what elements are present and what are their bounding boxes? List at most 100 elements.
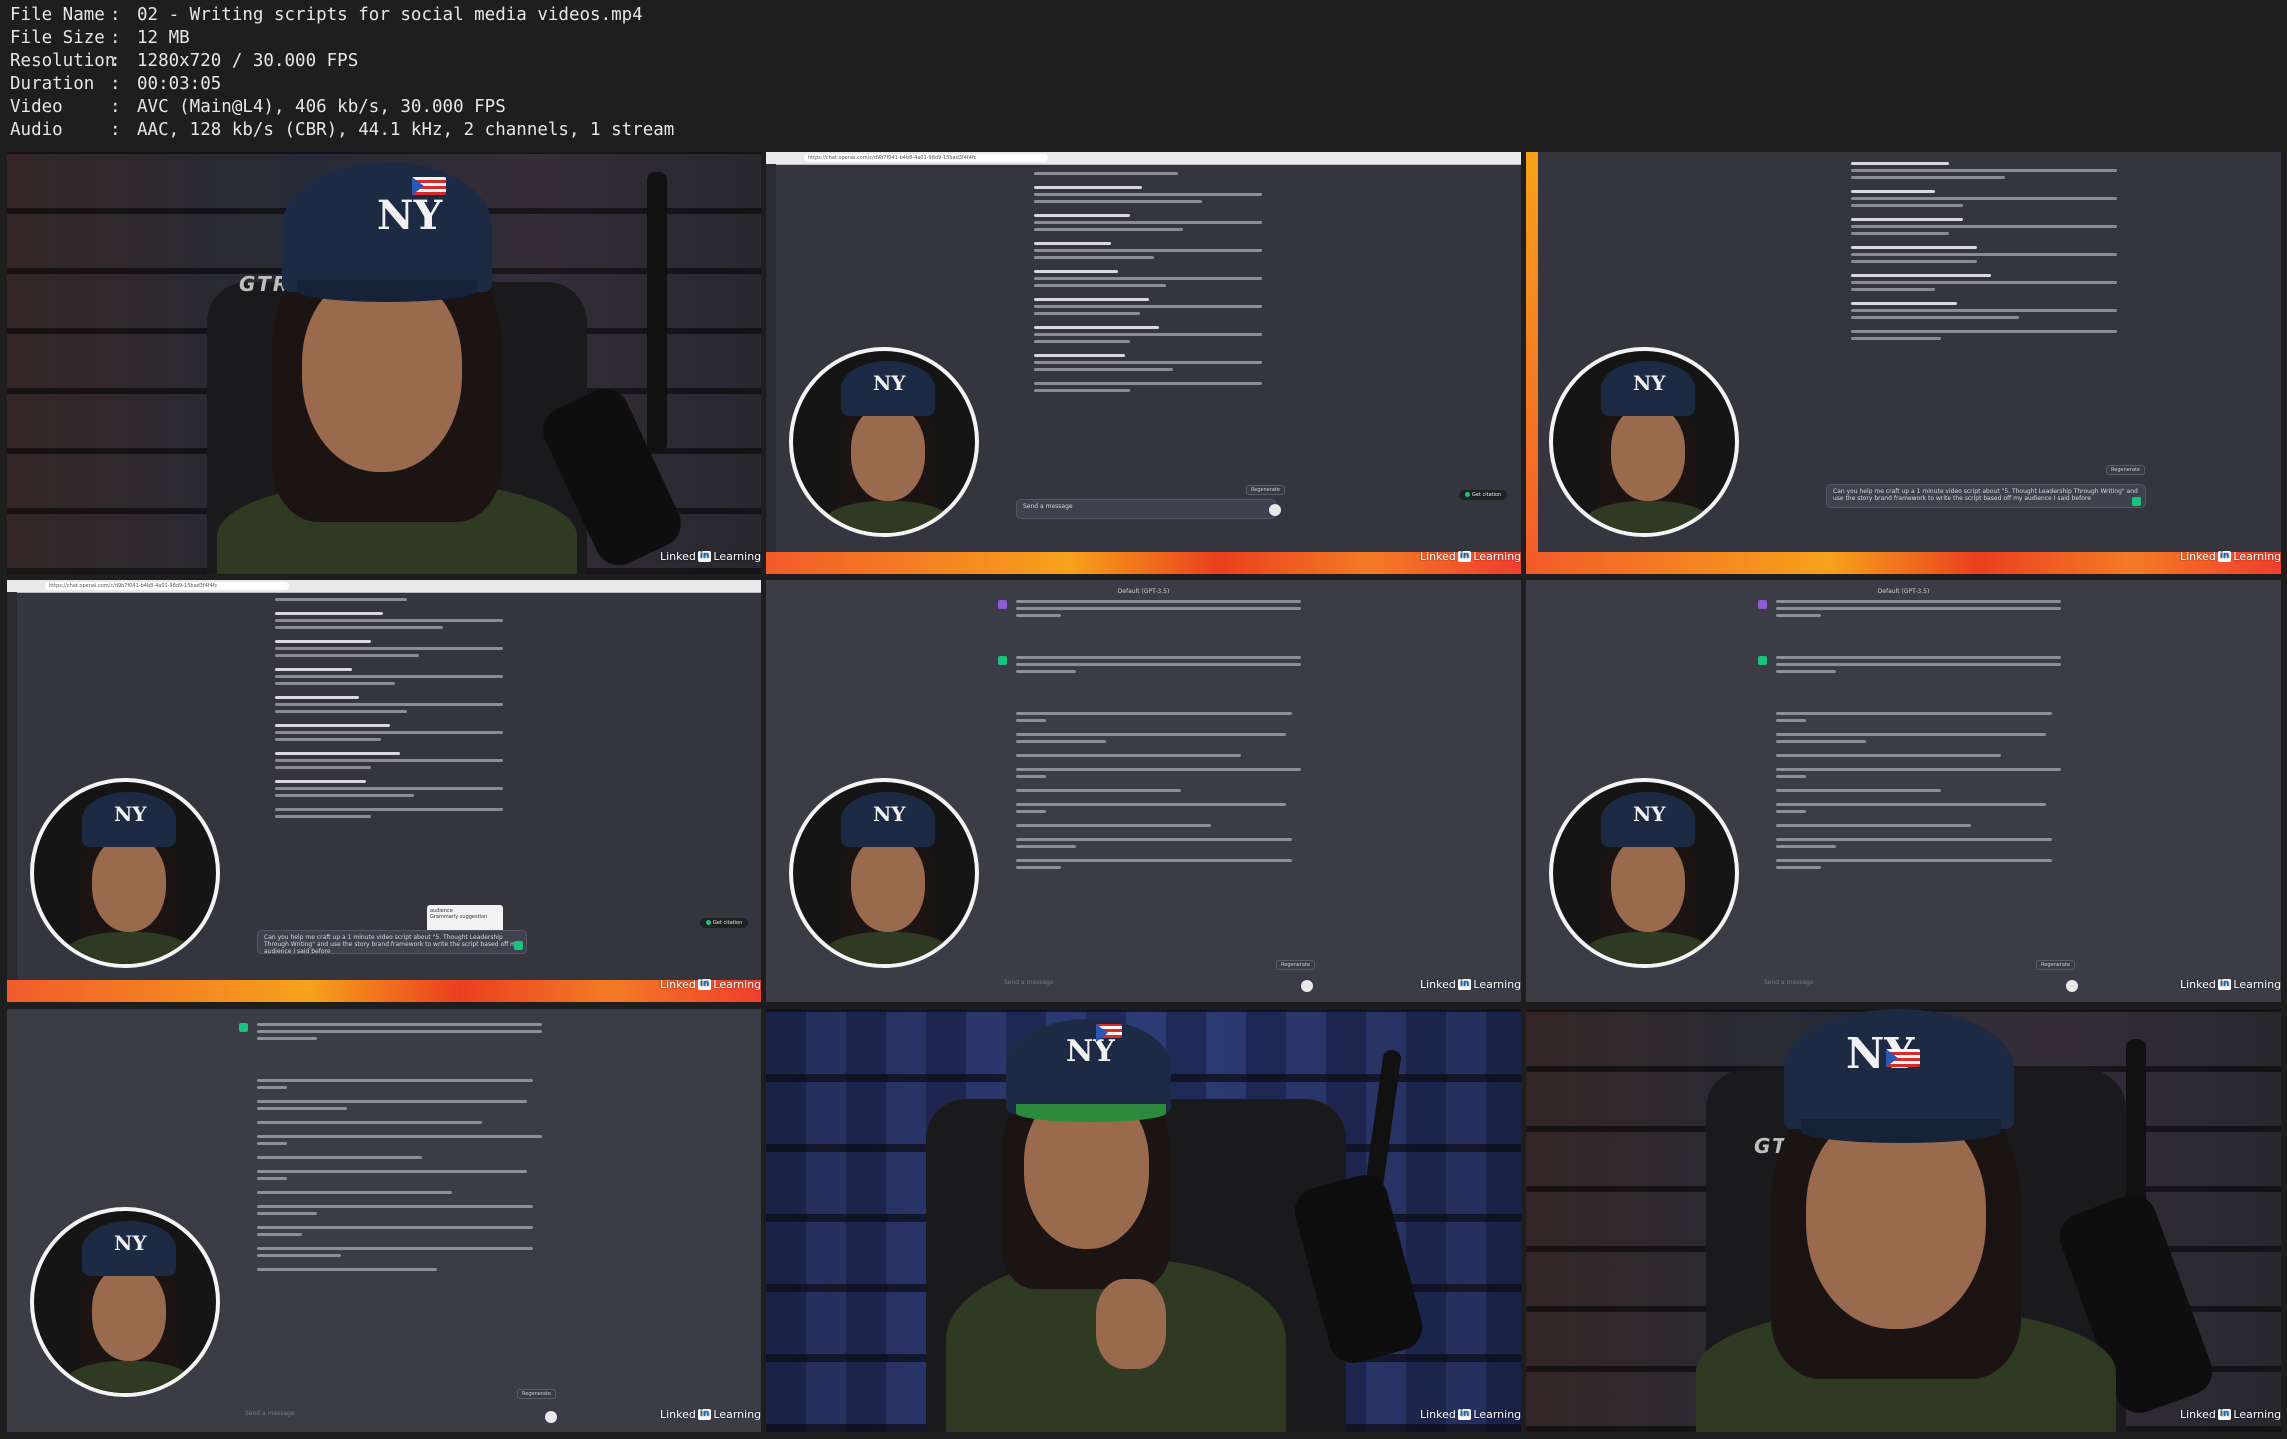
get-citation-label: Get citation xyxy=(713,920,743,926)
person-shirt xyxy=(64,932,194,964)
regenerate-button[interactable]: Regenerate xyxy=(2106,465,2145,475)
model-label: Default (GPT-3.5) xyxy=(1117,588,1170,595)
send-button[interactable] xyxy=(514,941,523,950)
response-text-block xyxy=(275,598,515,822)
grammarly-icon[interactable] xyxy=(1301,980,1313,992)
cap-visor xyxy=(1016,1104,1166,1122)
info-key: Resolution xyxy=(10,51,116,71)
linkedin-icon: in xyxy=(1457,979,1472,990)
linkedin-icon: in xyxy=(2217,1409,2232,1420)
user-message-lines xyxy=(1016,600,1316,621)
person-face xyxy=(1611,837,1685,932)
assistant-script-lines xyxy=(1776,656,2076,873)
person-face xyxy=(302,272,462,472)
get-citation-button[interactable]: Get citation xyxy=(1459,490,1508,500)
watermark-prefix: Linked xyxy=(1420,978,1456,991)
watermark-prefix: Linked xyxy=(660,978,696,991)
sidebar-strip xyxy=(766,164,776,552)
info-separator: : xyxy=(110,5,121,25)
info-separator: : xyxy=(110,51,121,71)
autocomplete-option[interactable]: Grammarly suggestion xyxy=(430,914,500,920)
linkedin-learning-watermark: Linked in Learning xyxy=(2180,978,2281,991)
response-text-block xyxy=(1851,162,2131,344)
linkedin-icon: in xyxy=(697,979,712,990)
linkedin-learning-watermark: Linked in Learning xyxy=(660,1408,761,1421)
linkedin-icon: in xyxy=(2217,979,2232,990)
regenerate-button[interactable]: Regenerate xyxy=(1246,485,1285,495)
info-separator: : xyxy=(110,120,121,140)
webcam-circle: NY xyxy=(1549,778,1739,968)
file-info-header: File Name:02 - Writing scripts for socia… xyxy=(10,4,674,142)
linkedin-learning-watermark: Linked in Learning xyxy=(1420,1408,1521,1421)
browser-url-field[interactable]: https://chat.openai.com/c/d9b7f041-b4b8-… xyxy=(804,154,1048,162)
thumbnail-screen-3: Regenerate Can you help me craft up a 1 … xyxy=(1526,152,2281,574)
watermark-prefix: Linked xyxy=(1420,1408,1456,1421)
send-button[interactable] xyxy=(2132,497,2141,506)
cap-flag-icon xyxy=(412,177,446,195)
user-avatar xyxy=(1758,600,1767,609)
grammarly-icon[interactable] xyxy=(545,1411,557,1423)
watermark-suffix: Learning xyxy=(2233,1408,2281,1421)
person-face xyxy=(92,837,166,932)
watermark-suffix: Learning xyxy=(1473,978,1521,991)
response-text-block xyxy=(1034,172,1274,396)
info-value: AVC (Main@L4), 406 kb/s, 30.000 FPS xyxy=(137,97,506,117)
citation-dot-icon xyxy=(706,920,711,925)
chatgpt-avatar xyxy=(1758,656,1767,665)
person-face xyxy=(851,837,925,932)
cap-logo: NY xyxy=(114,1231,147,1255)
thumbnail-webcam-9: GTR NY Linked in Learning xyxy=(1526,1009,2281,1432)
info-separator: : xyxy=(110,97,121,117)
person-shirt xyxy=(823,932,953,964)
info-separator: : xyxy=(110,74,121,94)
webcam-circle: NY xyxy=(789,347,979,537)
linkedin-icon: in xyxy=(2217,551,2232,562)
info-key: Duration xyxy=(10,74,95,94)
linkedin-icon: in xyxy=(697,551,712,562)
cap-visor xyxy=(1801,1119,2001,1143)
get-citation-button[interactable]: Get citation xyxy=(700,918,749,928)
grammarly-icon[interactable] xyxy=(2066,980,2078,992)
info-key: Video xyxy=(10,97,63,117)
chat-input[interactable]: Can you help me craft up a 1 minute vide… xyxy=(257,930,527,954)
person-face xyxy=(1611,406,1685,501)
chat-input[interactable]: Send a message xyxy=(1016,499,1276,519)
get-citation-label: Get citation xyxy=(1472,492,1502,498)
browser-url-field[interactable]: https://chat.openai.com/c/d9b7f041-b4b8-… xyxy=(45,582,289,590)
info-separator: : xyxy=(110,28,121,48)
chat-input[interactable]: Send a message xyxy=(239,1407,539,1427)
wallpaper-edge xyxy=(1526,152,1538,574)
person-shirt xyxy=(64,1361,194,1393)
cap-logo: NY xyxy=(377,192,443,239)
chat-input[interactable]: Can you help me craft up a 1 minute vide… xyxy=(1826,484,2146,508)
wallpaper-strip xyxy=(1526,552,2281,574)
regenerate-button[interactable]: Regenerate xyxy=(1276,960,1315,970)
wallpaper-strip xyxy=(7,980,761,1002)
chat-input[interactable]: Send a message xyxy=(998,976,1298,996)
regenerate-button[interactable]: Regenerate xyxy=(2036,960,2075,970)
info-key: File Name xyxy=(10,5,105,25)
cap-flag-icon xyxy=(1886,1049,1920,1067)
watermark-prefix: Linked xyxy=(2180,550,2216,563)
cap-flag-icon xyxy=(1096,1024,1122,1042)
info-key: Audio xyxy=(10,120,63,140)
person-shirt xyxy=(1583,932,1713,964)
linkedin-learning-watermark: Linked in Learning xyxy=(1420,550,1521,563)
watermark-suffix: Learning xyxy=(713,978,761,991)
person-shirt xyxy=(1583,501,1713,533)
browser-toolbar: https://chat.openai.com/c/d9b7f041-b4b8-… xyxy=(766,152,1521,165)
thumbnail-screen-4: https://chat.openai.com/c/d9b7f041-b4b8-… xyxy=(7,580,761,1002)
watermark-suffix: Learning xyxy=(2233,978,2281,991)
watermark-suffix: Learning xyxy=(713,1408,761,1421)
chat-input[interactable]: Send a message xyxy=(1758,976,2058,996)
regenerate-button[interactable]: Regenerate xyxy=(517,1389,556,1399)
model-label: Default (GPT-3.5) xyxy=(1877,588,1930,595)
watermark-prefix: Linked xyxy=(2180,1408,2216,1421)
assistant-script-lines xyxy=(257,1023,557,1275)
person-shirt xyxy=(823,501,953,533)
user-avatar xyxy=(998,600,1007,609)
cap-visor xyxy=(297,280,477,302)
grammarly-icon[interactable] xyxy=(1269,504,1281,516)
info-value: 00:03:05 xyxy=(137,74,222,94)
watermark-prefix: Linked xyxy=(2180,978,2216,991)
